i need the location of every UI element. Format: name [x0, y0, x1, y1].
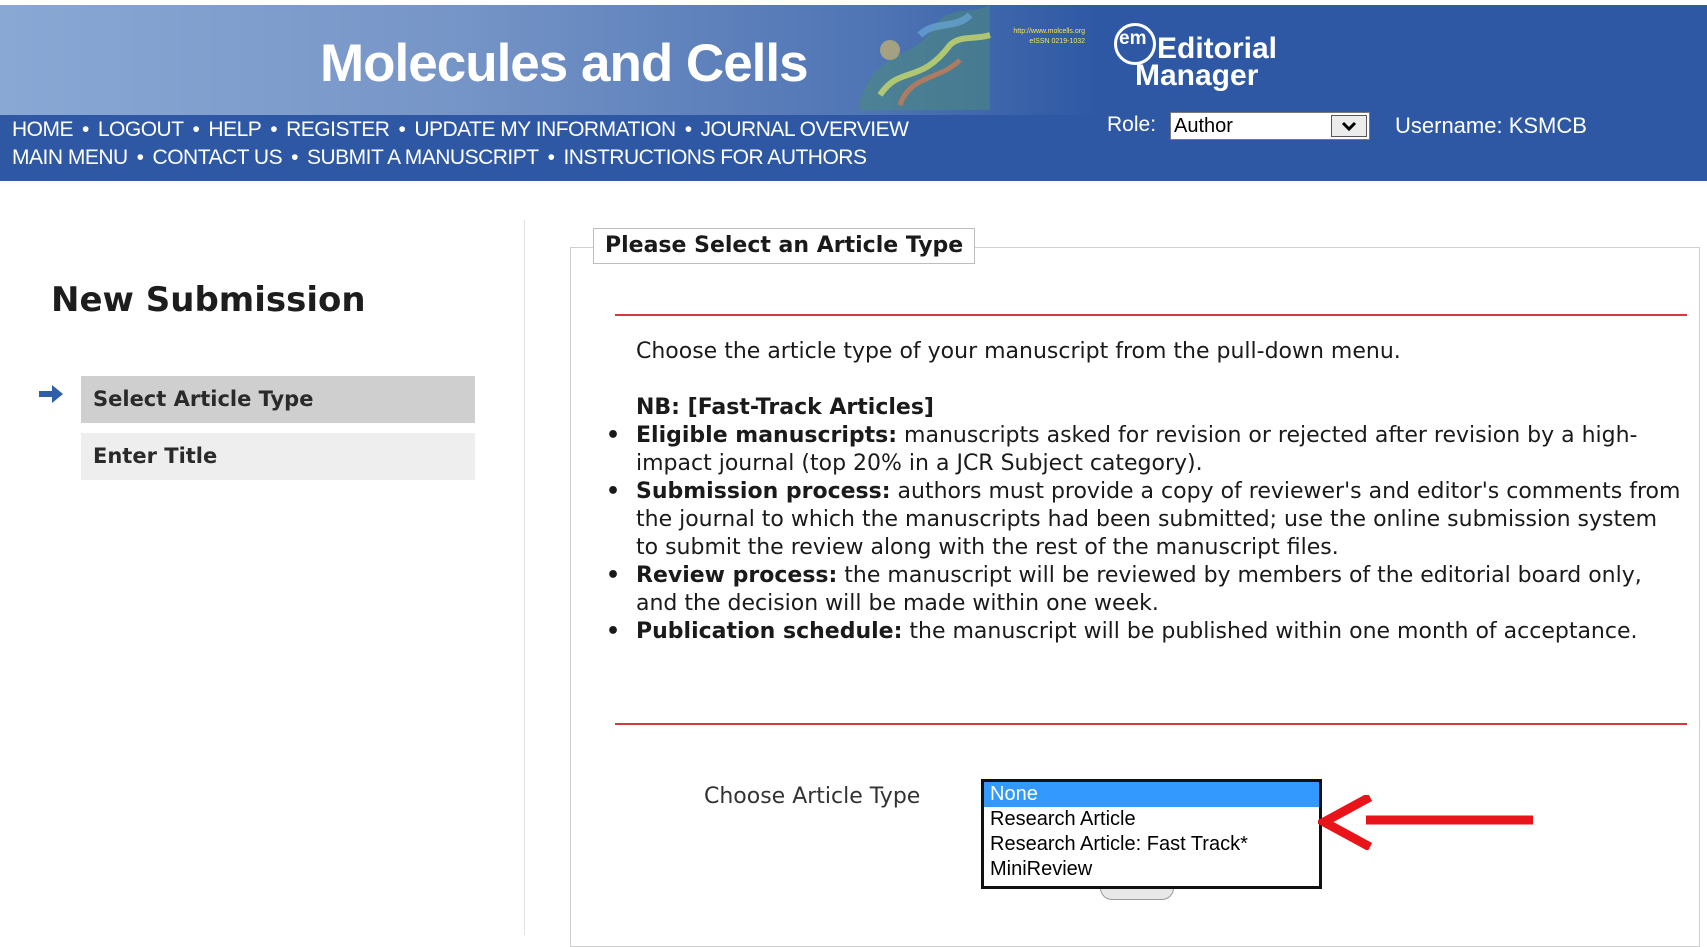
nav-separator: •: [270, 118, 278, 141]
banner-molecule-image: [860, 5, 991, 110]
step-enter-title[interactable]: Enter Title: [81, 433, 475, 480]
nb-heading: NB: [Fast-Track Articles]: [636, 395, 934, 420]
nav-update-info-link[interactable]: UPDATE MY INFORMATION: [414, 118, 676, 141]
editorial-manager-logo: em Editorial Manager: [1110, 17, 1310, 97]
list-item: Review process: the manuscript will be r…: [606, 562, 1686, 618]
top-navigation: HOME • LOGOUT • HELP • REGISTER • UPDATE MY INFO…: [12, 116, 909, 172]
option-none[interactable]: None: [984, 782, 1319, 807]
username-display: Username: KSMCB: [1395, 113, 1587, 138]
nav-journal-overview-link[interactable]: JOURNAL OVERVIEW: [701, 118, 909, 141]
role-select-value: Author: [1174, 115, 1233, 137]
list-item-term: Eligible manuscripts:: [636, 423, 898, 448]
column-divider: [524, 220, 525, 935]
nav-separator: •: [398, 118, 406, 141]
nav-logout-link[interactable]: LOGOUT: [98, 118, 184, 141]
list-item: Submission process: authors must provide…: [606, 478, 1686, 562]
banner-url: http://www.molcells.org eISSN 0219-1032: [955, 27, 1085, 47]
option-research-article[interactable]: Research Article: [984, 807, 1319, 832]
role-label: Role:: [1107, 113, 1157, 136]
logo-manager-text: Manager: [1135, 59, 1259, 92]
page-title: New Submission: [51, 280, 366, 320]
nav-separator: •: [136, 146, 144, 169]
nav-row-1: HOME • LOGOUT • HELP • REGISTER • UPDATE MY INFO…: [12, 116, 909, 144]
nav-separator: •: [684, 118, 692, 141]
article-type-label: Choose Article Type: [704, 784, 921, 809]
option-minireview[interactable]: MiniReview: [984, 857, 1319, 882]
journal-title: Molecules and Cells: [320, 34, 809, 93]
article-type-dropdown-list[interactable]: None Research Article Research Article: …: [981, 779, 1322, 889]
nav-row-2: MAIN MENU • CONTACT US • SUBMIT A MANUSCRIPT…: [12, 144, 908, 172]
nav-main-menu-link[interactable]: MAIN MENU: [12, 146, 128, 169]
list-item: Publication schedule: the manuscript wil…: [606, 618, 1686, 646]
arrow-right-icon: [39, 385, 63, 403]
banner-url-line1: http://www.molcells.org: [1013, 28, 1085, 35]
nav-contact-us-link[interactable]: CONTACT US: [153, 146, 283, 169]
list-item-text: the manuscript will be published within …: [902, 619, 1638, 644]
nav-register-link[interactable]: REGISTER: [286, 118, 390, 141]
red-arrow-icon: [1318, 795, 1533, 850]
nav-separator: •: [192, 118, 200, 141]
divider-bottom: [615, 723, 1687, 725]
fast-track-list: Eligible manuscripts: manuscripts asked …: [606, 422, 1686, 646]
panel-legend: Please Select an Article Type: [593, 228, 976, 264]
nav-separator: •: [547, 146, 555, 169]
instructions: Choose the article type of your manuscri…: [606, 338, 1686, 646]
step-select-article-type[interactable]: Select Article Type: [81, 376, 475, 423]
em-logo-text: em: [1119, 28, 1147, 49]
nav-separator: •: [82, 118, 89, 141]
nav-submit-manuscript-link[interactable]: SUBMIT A MANUSCRIPT: [307, 146, 539, 169]
list-item-term: Submission process:: [636, 479, 891, 504]
banner-issn: eISSN 0219-1032: [1029, 38, 1085, 45]
list-item: Eligible manuscripts: manuscripts asked …: [606, 422, 1686, 478]
divider-top: [615, 314, 1687, 316]
list-item-term: Publication schedule:: [636, 619, 903, 644]
nav-home-link[interactable]: HOME: [12, 118, 74, 141]
nav-separator: •: [291, 146, 298, 169]
option-research-article-fast-track[interactable]: Research Article: Fast Track*: [984, 832, 1319, 857]
role-select[interactable]: Author: [1170, 112, 1370, 140]
header-banner: Molecules and Cells http://www.molcells.…: [0, 5, 1707, 181]
list-item-term: Review process:: [636, 563, 838, 588]
intro-text: Choose the article type of your manuscri…: [636, 339, 1401, 364]
chevron-down-icon[interactable]: [1331, 115, 1367, 137]
nav-instructions-link[interactable]: INSTRUCTIONS FOR AUTHORS: [563, 146, 867, 169]
nav-help-link[interactable]: HELP: [208, 118, 261, 141]
